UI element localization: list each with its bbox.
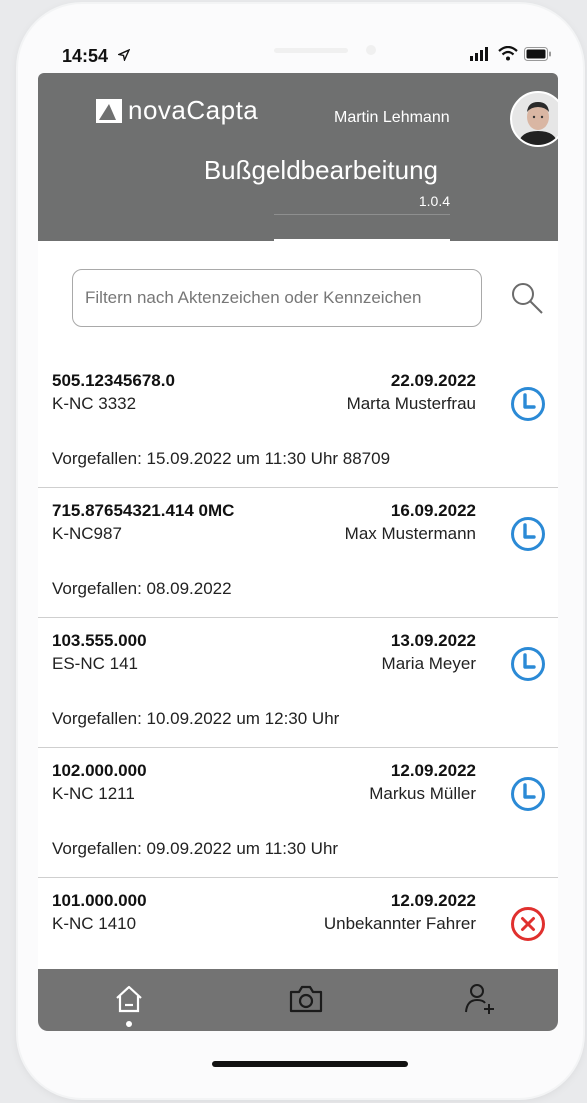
logo-text: novaCapta xyxy=(128,95,259,125)
license-plate: K-NC 1211 xyxy=(52,784,135,803)
case-date: 12.09.2022 xyxy=(390,891,476,910)
app-window: novaCapta Martin Lehmann Bußgeldbearbeit… xyxy=(38,73,558,1031)
search-icon xyxy=(512,283,543,314)
add-person-icon xyxy=(465,984,494,1014)
nav-add-person[interactable] xyxy=(458,979,502,1019)
status-bar: 14:54 xyxy=(38,40,558,76)
incident-detail: Vorgefallen: 10.09.2022 um 12:30 Uhr xyxy=(52,709,340,728)
license-plate: K-NC 3332 xyxy=(52,394,137,413)
license-plate: ES-NC 141 xyxy=(52,654,138,673)
case-date: 22.09.2022 xyxy=(390,371,476,390)
location-arrow-icon xyxy=(118,49,130,61)
driver-name: Markus Müller xyxy=(369,784,476,803)
search-button[interactable] xyxy=(506,278,548,320)
clock-icon[interactable] xyxy=(510,776,546,812)
header-divider xyxy=(274,214,450,215)
incident-detail: Vorgefallen: 09.09.2022 um 11:30 Uhr xyxy=(52,839,339,858)
list-item[interactable]: 102.000.000 12.09.2022 K-NC 1211 Markus … xyxy=(38,747,558,878)
clock-icon[interactable] xyxy=(510,386,546,422)
version-label: 1.0.4 xyxy=(418,193,450,209)
wifi-icon xyxy=(498,46,518,61)
case-date: 13.09.2022 xyxy=(390,631,476,650)
app-header: novaCapta Martin Lehmann Bußgeldbearbeit… xyxy=(38,73,558,241)
avatar[interactable] xyxy=(510,91,558,147)
case-file-number: 101.000.000 xyxy=(52,891,147,910)
list-item[interactable]: 101.000.000 12.09.2022 K-NC 1410 Unbekan… xyxy=(38,877,558,969)
notch-speaker xyxy=(274,48,348,53)
clock-icon[interactable] xyxy=(510,516,546,552)
active-nav-indicator xyxy=(126,1021,132,1027)
clock-icon[interactable] xyxy=(510,646,546,682)
user-photo xyxy=(512,93,558,145)
incident-detail: Vorgefallen: 08.09.2022 xyxy=(52,579,232,598)
x-circle-icon[interactable] xyxy=(510,906,546,942)
driver-name: Unbekannter Fahrer xyxy=(323,914,476,933)
driver-name: Max Mustermann xyxy=(344,524,476,543)
list-item[interactable]: 103.555.000 13.09.2022 ES-NC 141 Maria M… xyxy=(38,617,558,748)
list-item[interactable]: 505.12345678.0 22.09.2022 K-NC 3332 Mart… xyxy=(38,357,558,488)
company-logo: novaCapta xyxy=(96,95,258,126)
nav-home[interactable] xyxy=(107,979,151,1019)
battery-icon xyxy=(524,46,551,61)
signal-icon xyxy=(470,46,488,61)
case-date: 16.09.2022 xyxy=(390,501,476,520)
case-file-number: 103.555.000 xyxy=(52,631,147,650)
license-plate: K-NC987 xyxy=(52,524,122,543)
incident-detail: Vorgefallen: 15.09.2022 um 11:30 Uhr 887… xyxy=(52,449,391,468)
nav-camera[interactable] xyxy=(284,979,328,1019)
camera-icon xyxy=(289,985,323,1013)
case-file-number: 102.000.000 xyxy=(52,761,147,780)
list-item[interactable]: 715.87654321.414 0MC 16.09.2022 K-NC987 … xyxy=(38,487,558,618)
case-list: 505.12345678.0 22.09.2022 K-NC 3332 Mart… xyxy=(38,357,558,969)
header-tab-indicator xyxy=(274,239,450,241)
case-file-number: 505.12345678.0 xyxy=(52,371,175,390)
status-time: 14:54 xyxy=(62,46,109,66)
search-input[interactable] xyxy=(73,270,481,326)
driver-name: Marta Musterfrau xyxy=(346,394,476,413)
novacapta-logo-icon xyxy=(96,98,122,123)
case-date: 12.09.2022 xyxy=(390,761,476,780)
search-field[interactable] xyxy=(72,269,482,327)
notch-camera xyxy=(366,45,376,55)
app-title: Bußgeldbearbeitung xyxy=(203,155,438,185)
driver-name: Maria Meyer xyxy=(381,654,476,673)
bottom-nav xyxy=(38,969,558,1031)
license-plate: K-NC 1410 xyxy=(52,914,137,933)
user-name: Martin Lehmann xyxy=(334,109,450,126)
home-indicator[interactable] xyxy=(212,1061,408,1067)
home-icon xyxy=(116,985,142,1013)
case-file-number: 715.87654321.414 0MC xyxy=(52,501,235,520)
